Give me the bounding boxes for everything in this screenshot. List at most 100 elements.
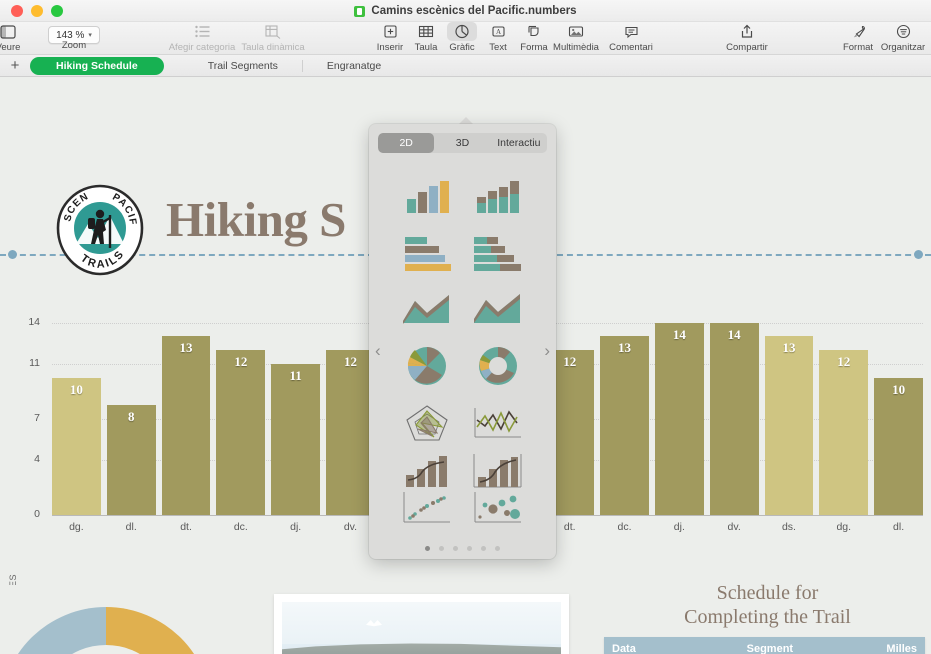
popover-prev-button[interactable]: ‹	[375, 342, 381, 359]
column-header-data[interactable]: Data	[604, 637, 739, 654]
popover-pagination[interactable]	[369, 546, 556, 551]
toolbar-item-veure[interactable]: Veure	[0, 22, 43, 53]
schedule-title-line1: Schedule for	[604, 582, 931, 606]
chart-bar[interactable]: 10dg.	[52, 378, 101, 515]
close-button[interactable]	[11, 5, 23, 17]
chart-x-tick: dv.	[326, 521, 375, 533]
document-canvas[interactable]: SCENIC PACIFIC TRAILS Hiking S 015 MILLE…	[0, 77, 931, 654]
bar-chart-option[interactable]	[391, 223, 463, 280]
traffic-lights	[11, 5, 63, 17]
chart-bar-group[interactable]: 13dc.	[600, 309, 649, 515]
chart-bar-value: 10	[874, 382, 923, 398]
chart-bar-group[interactable]: 13ds.	[765, 309, 814, 515]
popover-page-dot[interactable]	[453, 546, 458, 551]
chart-bar[interactable]: 10dl.	[874, 378, 923, 515]
toolbar-item-comentari[interactable]: Comentari	[596, 22, 666, 53]
chart-bar-group[interactable]: 14dv.	[710, 309, 759, 515]
chart-bar-group[interactable]: 12dv.	[326, 309, 375, 515]
chart-bar[interactable]: 13dt.	[162, 336, 211, 515]
popover-page-dot[interactable]	[467, 546, 472, 551]
numbers-doc-icon	[354, 6, 365, 17]
sheet-tab-bar: + Hiking Schedule Trail Segments Engrana…	[0, 55, 931, 77]
popover-tab-interactiu[interactable]: Interactiu	[491, 133, 547, 153]
popover-page-dot[interactable]	[495, 546, 500, 551]
sidebar-icon	[0, 22, 16, 41]
chart-bar-value: 12	[326, 354, 375, 370]
chart-bar-group[interactable]: 10dl.	[874, 309, 923, 515]
add-sheet-button[interactable]: +	[0, 58, 30, 73]
tab-separator	[302, 60, 303, 72]
chart-type-popover[interactable]: 2D 3D Interactiu	[369, 124, 556, 559]
zoom-button[interactable]	[51, 5, 63, 17]
toolbar-label-multimedia: Multimèdia	[553, 42, 599, 53]
chart-x-tick: dt.	[162, 521, 211, 533]
toolbar: Veure 143 % ▾ Zoom Afegir categoria Taul…	[0, 22, 931, 55]
popover-page-dot[interactable]	[481, 546, 486, 551]
toolbar-label-taula-dinamica: Taula dinàmica	[241, 42, 304, 53]
mixed-chart-option[interactable]	[391, 451, 463, 489]
schedule-table[interactable]: Data Segment Milles 5-20 de juliol de 20…	[604, 637, 925, 654]
media-image-icon	[568, 22, 584, 41]
pivot-table-icon	[265, 22, 281, 41]
bubble-chart-option[interactable]	[463, 489, 535, 527]
schedule-section[interactable]: Schedule for Completing the Trail Data S…	[604, 582, 931, 654]
sheet-tab-trail-segments[interactable]: Trail Segments	[194, 58, 292, 74]
stacked-bar-chart-option[interactable]	[463, 223, 535, 280]
popover-next-button[interactable]: ›	[544, 342, 550, 359]
two-axis-chart-option[interactable]	[463, 451, 535, 489]
pie-chart-option[interactable]	[391, 337, 463, 394]
chart-bar[interactable]: 11dj.	[271, 364, 320, 515]
selection-handle-right[interactable]	[914, 250, 923, 259]
chart-x-tick: dc.	[216, 521, 265, 533]
chart-y-tick: 0	[22, 508, 40, 520]
toolbar-item-afegir-categoria[interactable]: Afegir categoria	[167, 22, 237, 53]
area-chart-option[interactable]	[391, 280, 463, 337]
column-header-milles[interactable]: Milles	[878, 637, 925, 654]
popover-tab-2d[interactable]: 2D	[378, 133, 434, 153]
category-list-icon	[195, 22, 210, 41]
photo-card[interactable]	[274, 594, 569, 654]
chart-bar-group[interactable]: 12dg.	[819, 309, 868, 515]
minimize-button[interactable]	[31, 5, 43, 17]
chart-x-tick: dg.	[52, 521, 101, 533]
chart-bar-group[interactable]: 12dc.	[216, 309, 265, 515]
chart-bar-group[interactable]: 11dj.	[271, 309, 320, 515]
popover-page-dot[interactable]	[425, 546, 430, 551]
toolbar-item-compartir[interactable]: Compartir	[712, 22, 782, 53]
sheet-tab-engranatge[interactable]: Engranatge	[313, 58, 395, 74]
stacked-area-chart-option[interactable]	[463, 280, 535, 337]
shape-icon	[527, 22, 542, 41]
chart-bar-group[interactable]: 13dt.	[162, 309, 211, 515]
column-chart-option[interactable]	[391, 166, 463, 223]
chart-bar[interactable]: 8dl.	[107, 405, 156, 515]
percentage-donut-chart[interactable]: Percentage of Trail	[0, 585, 240, 654]
stacked-column-chart-option[interactable]	[463, 166, 535, 223]
toolbar-item-organitzar[interactable]: Organitzar	[868, 22, 931, 53]
line-chart-option[interactable]	[463, 394, 535, 451]
donut-chart-option[interactable]	[463, 337, 535, 394]
chart-bar[interactable]: 12dg.	[819, 350, 868, 515]
sheet-tab-hiking-schedule[interactable]: Hiking Schedule	[30, 57, 164, 75]
chart-bar[interactable]: 12dc.	[216, 350, 265, 515]
chart-bar[interactable]: 12dv.	[326, 350, 375, 515]
chart-x-tick: dl.	[107, 521, 156, 533]
scatter-chart-option[interactable]	[391, 489, 463, 527]
toolbar-item-taula-dinamica[interactable]: Taula dinàmica	[238, 22, 308, 53]
popover-tab-group[interactable]: 2D 3D Interactiu	[378, 133, 547, 153]
toolbar-label-organitzar: Organitzar	[881, 42, 925, 53]
chart-bar[interactable]: 14dv.	[710, 323, 759, 515]
chart-bar[interactable]: 14dj.	[655, 323, 704, 515]
popover-page-dot[interactable]	[439, 546, 444, 551]
radar-chart-option[interactable]	[391, 394, 463, 451]
popover-tab-3d[interactable]: 3D	[434, 133, 490, 153]
chart-bar[interactable]: 13dc.	[600, 336, 649, 515]
column-header-segment[interactable]: Segment	[739, 637, 879, 654]
selection-handle-left[interactable]	[8, 250, 17, 259]
chart-bar-value: 14	[655, 327, 704, 343]
toolbar-label-veure: Veure	[0, 42, 20, 53]
chart-bar-value: 13	[765, 340, 814, 356]
chart-bar[interactable]: 13ds.	[765, 336, 814, 515]
chart-bar-group[interactable]: 10dg.	[52, 309, 101, 515]
chart-bar-group[interactable]: 8dl.	[107, 309, 156, 515]
chart-bar-group[interactable]: 14dj.	[655, 309, 704, 515]
